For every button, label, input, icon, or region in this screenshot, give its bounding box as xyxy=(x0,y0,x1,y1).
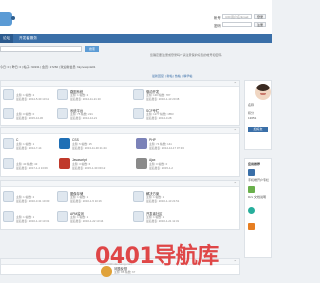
forum-item[interactable]: 驱动开发 主题: 130 帖数: 787 最后发表: 2016-1-13 20:… xyxy=(133,88,205,106)
header-bar: 帐号 UID/用户名/Email 密码 登录 注册 xyxy=(0,0,272,34)
forum-stats: 今日: 0 | 昨日: 0 | 帖子: 93231 | 会员: 17260 | … xyxy=(0,65,96,69)
forum-icon xyxy=(57,108,68,119)
watermark-url: www.0401daohang.com xyxy=(100,262,133,266)
forum-last-post: 最后发表: 2014-5-30 13:11 xyxy=(16,97,50,101)
forum-last-post: 最后发表: 2014-12-17 07:33 xyxy=(149,146,184,150)
forum-section-3: ⌃ 主题: 1 帖数: 2 最后发表: 2016-3-31 10:30 图像存储… xyxy=(0,180,240,230)
ajax-icon xyxy=(136,158,147,169)
add-friend-button[interactable]: 加好友 xyxy=(248,127,268,132)
username-label: 帐号 xyxy=(214,16,221,20)
forum-item[interactable]: 图像存储 主题: 1 帖数: 1 最后发表: 2016-1-5 10:16 xyxy=(57,190,129,208)
forum-last-post: 最后发表: 2015-12-30 xyxy=(16,116,44,120)
points-value: 13651 xyxy=(248,116,257,120)
main-nav: 论坛 开发者服务 xyxy=(0,34,272,43)
forum-icon xyxy=(57,191,68,202)
forum-last-post: 最后发表: 2016-1-13 20:38 xyxy=(146,97,180,101)
forum-icon xyxy=(3,211,14,222)
forum-item[interactable]: 路图系统 主题: 1 帖数: 2 最后发表: 2014-11-21 20 xyxy=(57,88,129,106)
forum-item[interactable]: PHP 主题: 74 帖数: 141 最后发表: 2014-12-17 07:3… xyxy=(136,137,208,155)
forum-last-post: 最后发表: 2014-12-21 xyxy=(70,116,98,120)
forum-icon xyxy=(3,158,14,169)
collapse-icon[interactable]: ⌃ xyxy=(234,128,237,133)
section-header[interactable]: ⌃ xyxy=(1,181,239,187)
forum-last-post: 最后发表: 2015-1-2 xyxy=(149,166,173,170)
user-avatar[interactable] xyxy=(255,84,271,100)
collapse-icon[interactable]: ⌃ xyxy=(234,81,237,86)
search-input[interactable] xyxy=(0,46,82,52)
register-button[interactable]: 注册 xyxy=(254,22,266,27)
forum-icon xyxy=(3,89,14,100)
phone-icon[interactable] xyxy=(248,169,255,176)
app-recommend-card: 应用推荐 手机端开户专栏 Dzx 文档说明 xyxy=(244,158,272,258)
chat-icon[interactable] xyxy=(248,207,255,214)
forum-item[interactable]: CSS 主题: 5 帖数: 15 最后发表: 2013-11-30 21:44 xyxy=(59,137,131,155)
forum-last-post: 最后发表: 2016-1-5 10:16 xyxy=(70,199,102,203)
forum-last-post: 最后发表: 2016-3-31 10:30 xyxy=(16,199,50,203)
forum-icon xyxy=(3,108,14,119)
app-recommend-title: 应用推荐 xyxy=(248,162,261,166)
forum-icon xyxy=(133,108,144,119)
forum-item[interactable]: 系统平台 主题: 75 帖数: 221 最后发表: 2014-12-21 xyxy=(57,107,129,125)
forum-icon xyxy=(133,89,144,100)
app-item-docs[interactable]: Dzx 文档说明 xyxy=(248,195,266,199)
forum-last-post: 最后发表: 2017-1-4 13:09 xyxy=(16,166,48,170)
forum-section-2: ⌃ C 主题: 1 帖数: 1 最后发表: 2014-7-14 CSS 主题: … xyxy=(0,127,240,177)
section-header[interactable]: ⌃ xyxy=(1,81,239,87)
nav-item-forum[interactable]: 论坛 xyxy=(0,34,14,43)
forum-last-post: 最后发表: 2013-11-30 21:44 xyxy=(72,146,107,150)
login-notice: 您确定要注册或登录吗? 请注意保护好您的帐号和密码 xyxy=(150,53,222,57)
nav-item-dev-services[interactable]: 开发者服务 xyxy=(16,34,40,43)
css3-icon xyxy=(59,138,70,149)
password-input[interactable] xyxy=(222,22,252,27)
quick-links[interactable]: 最新回复 | 新帖 | 热帖 | 精华帖 xyxy=(152,74,192,78)
forum-last-post: 最后发表: 2014-7-14 xyxy=(16,146,42,150)
collapse-icon[interactable]: ⌃ xyxy=(234,181,237,186)
user-card: 名称 积分 13651 加好友 xyxy=(244,80,272,150)
search-button[interactable]: 搜索 xyxy=(85,46,99,52)
forum-last-post: 最后发表: 2016-1-22 13:44 xyxy=(70,219,104,223)
forum-item[interactable]: APM监测 主题: 1 帖数: 1 最后发表: 2016-1-22 13:44 xyxy=(57,210,129,228)
forum-last-post: 最后发表: 2016-1-13 13:31 xyxy=(16,219,50,223)
forum-last-post: 最后发表: 2014-3-28 xyxy=(146,116,172,120)
javascript-icon xyxy=(59,158,70,169)
forum-counts: 主题: 85 帖数: 67 xyxy=(114,270,136,274)
forum-section-1: ⌃ 主题: 1 帖数: 2 最后发表: 2014-5-30 13:11 路图系统… xyxy=(0,80,240,126)
forum-last-post: 最后发表: 2016-1-21 11:31 xyxy=(146,219,180,223)
forum-icon xyxy=(133,211,144,222)
points-label: 积分 xyxy=(248,111,255,115)
forum-last-post: 最后发表: 2016-1-13 21:51 xyxy=(146,199,180,203)
forum-icon xyxy=(3,191,14,202)
forum-icon xyxy=(57,211,68,222)
password-label: 密码 xyxy=(214,24,221,28)
c-language-icon xyxy=(3,138,14,149)
forum-icon xyxy=(57,89,68,100)
forum-item[interactable]: 开发者社区 主题: 1 帖数: 1 最后发表: 2016-1-21 11:31 xyxy=(133,210,205,228)
login-button[interactable]: 登录 xyxy=(254,14,266,19)
app-item-mobile[interactable]: 手机端开户专栏 xyxy=(248,178,269,182)
user-name[interactable]: 名称 xyxy=(248,103,254,107)
collapse-icon[interactable]: ⌃ xyxy=(234,259,237,264)
site-logo[interactable] xyxy=(0,12,15,26)
forum-item[interactable]: Ajax 主题: 0 帖数: 0 最后发表: 2015-1-2 xyxy=(136,157,208,175)
forum-last-post: 最后发表: 2014-11-21 20 xyxy=(70,97,101,101)
forum-last-post: 最后发表: 2015-1-30 09:12 xyxy=(72,166,106,170)
wechat-icon[interactable] xyxy=(248,223,255,230)
forum-item[interactable]: 解决方案 主题: 1 帖数: 1 最后发表: 2016-1-13 21:51 xyxy=(133,190,205,208)
username-input[interactable]: UID/用户名/Email xyxy=(222,14,252,19)
forum-item[interactable]: SCF专栏 主题: 1277 帖数: 1853 最后发表: 2014-3-28 xyxy=(133,107,205,125)
php-icon xyxy=(136,138,147,149)
document-icon[interactable] xyxy=(248,186,255,193)
forum-icon xyxy=(133,191,144,202)
forum-item[interactable]: Javascript 主题: 3 帖数: 6 最后发表: 2015-1-30 0… xyxy=(59,157,131,175)
section-header[interactable]: ⌃ xyxy=(1,128,239,134)
